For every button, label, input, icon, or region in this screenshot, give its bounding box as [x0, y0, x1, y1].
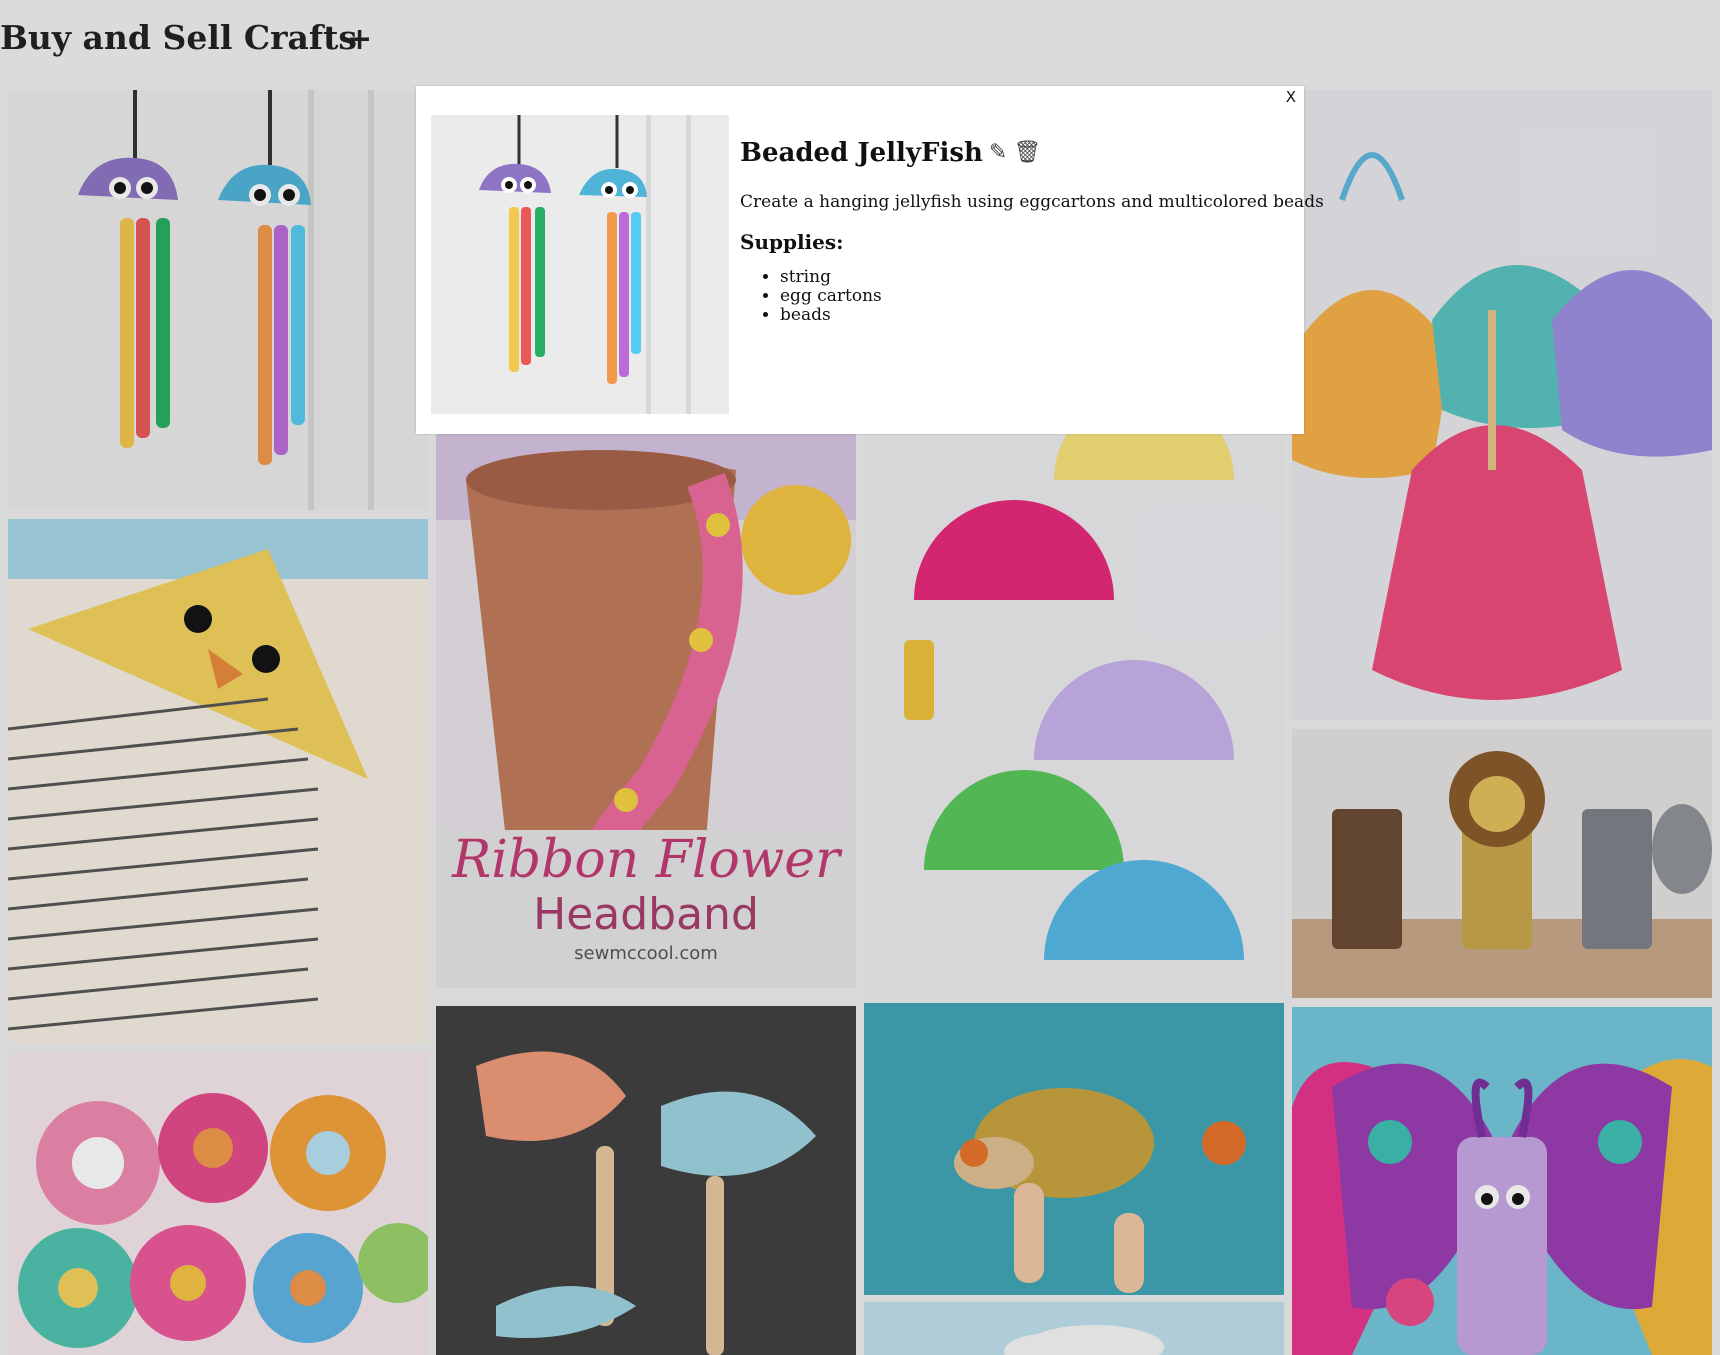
craft-title: Beaded JellyFish [740, 138, 983, 168]
jellyfish-image [8, 90, 428, 510]
supply-item: egg cartons [780, 287, 1296, 306]
craft-card-toilet-roll-butterfly[interactable] [1292, 1007, 1712, 1355]
supply-item: string [780, 268, 1296, 287]
craft-detail-image [431, 115, 729, 414]
ribbon-caption-site: sewmccool.com [574, 943, 718, 964]
supply-item: beads [780, 306, 1296, 325]
toilet-roll-animals-image [1292, 729, 1712, 998]
craft-card-ribbon-headband[interactable]: Ribbon Flower Headband sewmccool.com [436, 360, 856, 988]
ribbon-caption-line2: Headband [533, 889, 759, 940]
craft-detail-modal: X Beaded JellyFish ✎ 🗑 Create a hanging … [416, 86, 1324, 434]
supplies-heading: Supplies: [740, 230, 844, 254]
craft-card-jellyfish[interactable] [8, 90, 428, 510]
chick-bookmark-image [8, 519, 428, 1043]
supplies-list: string egg cartons beads [740, 268, 1296, 325]
craft-card-toilet-roll-animals[interactable] [1292, 729, 1712, 998]
craft-card-leaf-hedgehog[interactable] [864, 1003, 1284, 1295]
leaf-hedgehog-image [864, 1003, 1284, 1295]
ribbon-caption-line1: Ribbon Flower [452, 830, 840, 890]
handprint-fish-image [436, 1006, 856, 1355]
pencil-icon[interactable]: ✎ [989, 142, 1007, 164]
craft-card-paper-plate-dinosaurs[interactable] [864, 360, 1284, 995]
close-button[interactable]: X [1286, 88, 1296, 106]
craft-card-handprint-fish[interactable] [436, 1006, 856, 1355]
cloud-image [864, 1302, 1284, 1355]
craft-card-chick-bookmark[interactable] [8, 519, 428, 1043]
craft-card-cloud[interactable] [864, 1302, 1284, 1355]
trash-icon[interactable]: 🗑 [1013, 142, 1041, 164]
craft-card-felt-flowers[interactable] [8, 1053, 428, 1355]
toilet-roll-butterfly-image [1292, 1007, 1712, 1355]
craft-description: Create a hanging jellyfish using eggcart… [740, 192, 1324, 212]
craft-title-row: Beaded JellyFish ✎ 🗑 [740, 138, 1296, 168]
ribbon-caption: Ribbon Flower Headband sewmccool.com [436, 830, 856, 968]
felt-flowers-image [8, 1053, 428, 1355]
coffee-filter-dresses-image [1292, 90, 1712, 720]
craft-detail-body: Beaded JellyFish ✎ 🗑 Create a hanging je… [740, 138, 1324, 325]
craft-card-coffee-filter-dresses[interactable] [1292, 90, 1712, 720]
paper-plate-dinosaurs-image [864, 360, 1284, 995]
